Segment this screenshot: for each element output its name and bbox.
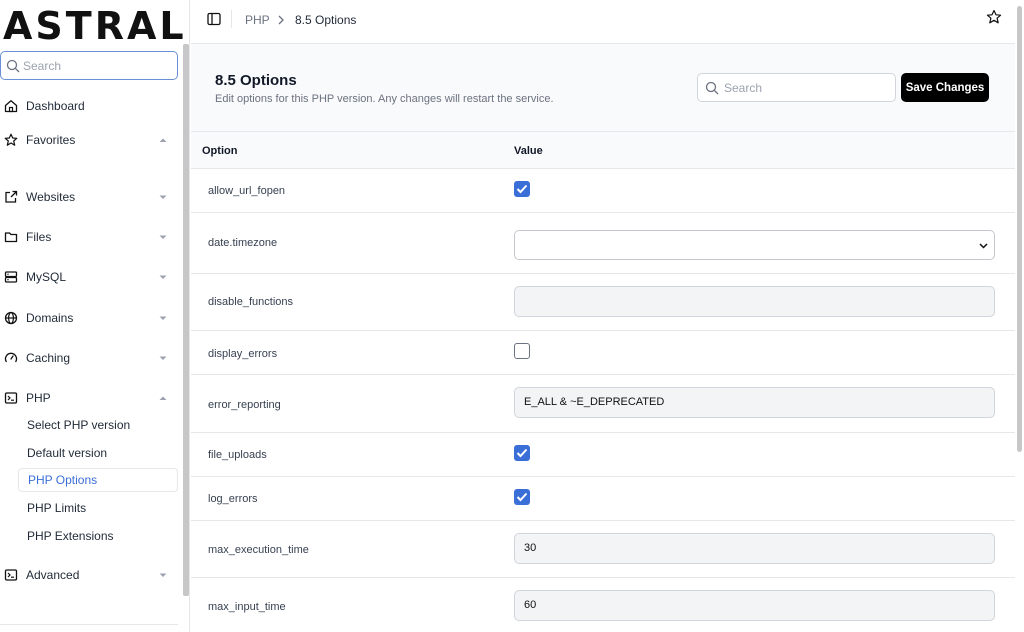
table-row: max_execution_time 30 [191, 521, 1015, 578]
check-icon [516, 448, 528, 458]
option-checkbox[interactable] [514, 489, 530, 505]
external-link-icon [5, 190, 18, 203]
globe-icon [4, 311, 18, 325]
sidebar-item-label: Advanced [26, 568, 80, 582]
option-name: allow_url_fopen [208, 185, 286, 197]
page-header: 8.5 Options Edit options for this PHP ve… [191, 44, 1015, 132]
page-scrollbar-thumb[interactable] [1017, 6, 1022, 452]
search-icon [6, 59, 20, 73]
breadcrumb-php[interactable]: PHP [245, 13, 270, 27]
page-scrollbar[interactable] [1015, 0, 1024, 632]
sidebar-item-label: Domains [26, 311, 74, 325]
sidebar-item-label: MySQL [26, 270, 67, 284]
sidebar-subitem-default-version[interactable]: Default version [26, 441, 178, 465]
sidebar-search[interactable] [0, 51, 178, 80]
sidebar-item-caching[interactable]: Caching [0, 346, 180, 370]
chevron-up-icon [159, 138, 167, 142]
sidebar-toggle-icon[interactable] [207, 12, 221, 26]
check-icon [516, 184, 528, 194]
sidebar-item-dashboard[interactable]: Dashboard [0, 94, 180, 118]
sidebar-subitem-php-options[interactable]: PHP Options [18, 468, 178, 492]
chevron-down-icon [159, 573, 167, 577]
option-name: display_errors [208, 348, 278, 360]
table-row: date.timezone [191, 213, 1015, 274]
sidebar-item-advanced[interactable]: Advanced [0, 563, 180, 587]
breadcrumb-current: 8.5 Options [295, 13, 357, 27]
table-row: error_reporting E_ALL & ~E_DEPRECATED [191, 375, 1015, 433]
brand-logo: ASTRAL [3, 4, 187, 48]
chevron-down-icon [159, 316, 167, 320]
option-text-input[interactable]: 30 [514, 533, 995, 564]
option-name: disable_functions [208, 296, 294, 308]
favorite-star-icon[interactable] [986, 9, 1002, 25]
chevron-right-icon [278, 15, 284, 25]
sidebar-subitem-php-extensions[interactable]: PHP Extensions [26, 524, 178, 548]
sidebar-item-mysql[interactable]: MySQL [0, 265, 180, 289]
sidebar-item-websites[interactable]: Websites [0, 185, 180, 209]
option-checkbox[interactable] [514, 181, 530, 197]
topbar: PHP 8.5 Options [191, 0, 1015, 44]
column-header-option: Option [202, 145, 238, 157]
sidebar-item-label: Files [26, 230, 52, 244]
sidebar-divider [0, 624, 178, 625]
sidebar-item-favorites[interactable]: Favorites [0, 128, 180, 152]
chevron-down-icon [979, 243, 988, 249]
sidebar-subitem-select-php-version[interactable]: Select PHP version [26, 413, 178, 437]
chevron-down-icon [159, 356, 167, 360]
option-name: max_input_time [208, 601, 286, 613]
table-row: display_errors [191, 331, 1015, 375]
sidebar: ASTRAL Dashboard Favorites Websites File… [0, 0, 190, 632]
table-row: log_errors [191, 477, 1015, 521]
option-name: error_reporting [208, 399, 281, 411]
table-header: Option Value [191, 132, 1015, 169]
search-icon [705, 81, 719, 95]
gauge-icon [4, 352, 18, 363]
option-select[interactable] [514, 230, 995, 260]
terminal-icon [4, 569, 18, 581]
sidebar-item-label: Favorites [26, 133, 76, 147]
sidebar-search-input[interactable] [23, 56, 173, 76]
sidebar-item-domains[interactable]: Domains [0, 306, 180, 330]
option-checkbox[interactable] [514, 445, 530, 461]
table-row: disable_functions [191, 274, 1015, 331]
option-name: log_errors [208, 493, 258, 505]
sidebar-item-php[interactable]: PHP [0, 386, 180, 410]
options-search[interactable] [697, 73, 896, 102]
server-icon [4, 271, 18, 283]
sidebar-item-label: PHP [26, 391, 51, 405]
option-checkbox[interactable] [514, 343, 530, 359]
page-title: 8.5 Options [215, 72, 297, 89]
terminal-icon [4, 392, 18, 404]
option-name: date.timezone [208, 237, 278, 249]
topbar-divider [231, 10, 232, 28]
options-search-input[interactable] [724, 79, 889, 97]
sidebar-item-files[interactable]: Files [0, 225, 180, 249]
star-icon [4, 133, 18, 146]
table-row: file_uploads [191, 433, 1015, 477]
option-text-input[interactable]: E_ALL & ~E_DEPRECATED [514, 387, 995, 418]
table-row: max_input_time 60 [191, 578, 1015, 632]
sidebar-item-label: Dashboard [26, 99, 85, 113]
option-text-input[interactable] [514, 286, 995, 317]
option-text-input[interactable]: 60 [514, 590, 995, 621]
folder-icon [4, 232, 18, 243]
home-icon [4, 100, 18, 113]
save-changes-button[interactable]: Save Changes [901, 73, 989, 102]
chevron-down-icon [159, 235, 167, 239]
option-name: max_execution_time [208, 544, 309, 556]
chevron-down-icon [159, 195, 167, 199]
sidebar-item-label: Caching [26, 351, 71, 365]
check-icon [516, 492, 528, 502]
sidebar-item-label: Websites [26, 190, 76, 204]
chevron-down-icon [159, 275, 167, 279]
table-row: allow_url_fopen [191, 169, 1015, 213]
main-content: 8.5 Options Edit options for this PHP ve… [191, 44, 1015, 632]
sidebar-subitem-php-limits[interactable]: PHP Limits [26, 496, 178, 520]
page-description: Edit options for this PHP version. Any c… [215, 93, 554, 105]
column-header-value: Value [514, 145, 543, 157]
chevron-up-icon [159, 396, 167, 400]
option-name: file_uploads [208, 449, 267, 461]
sidebar-scrollbar[interactable] [183, 44, 189, 596]
